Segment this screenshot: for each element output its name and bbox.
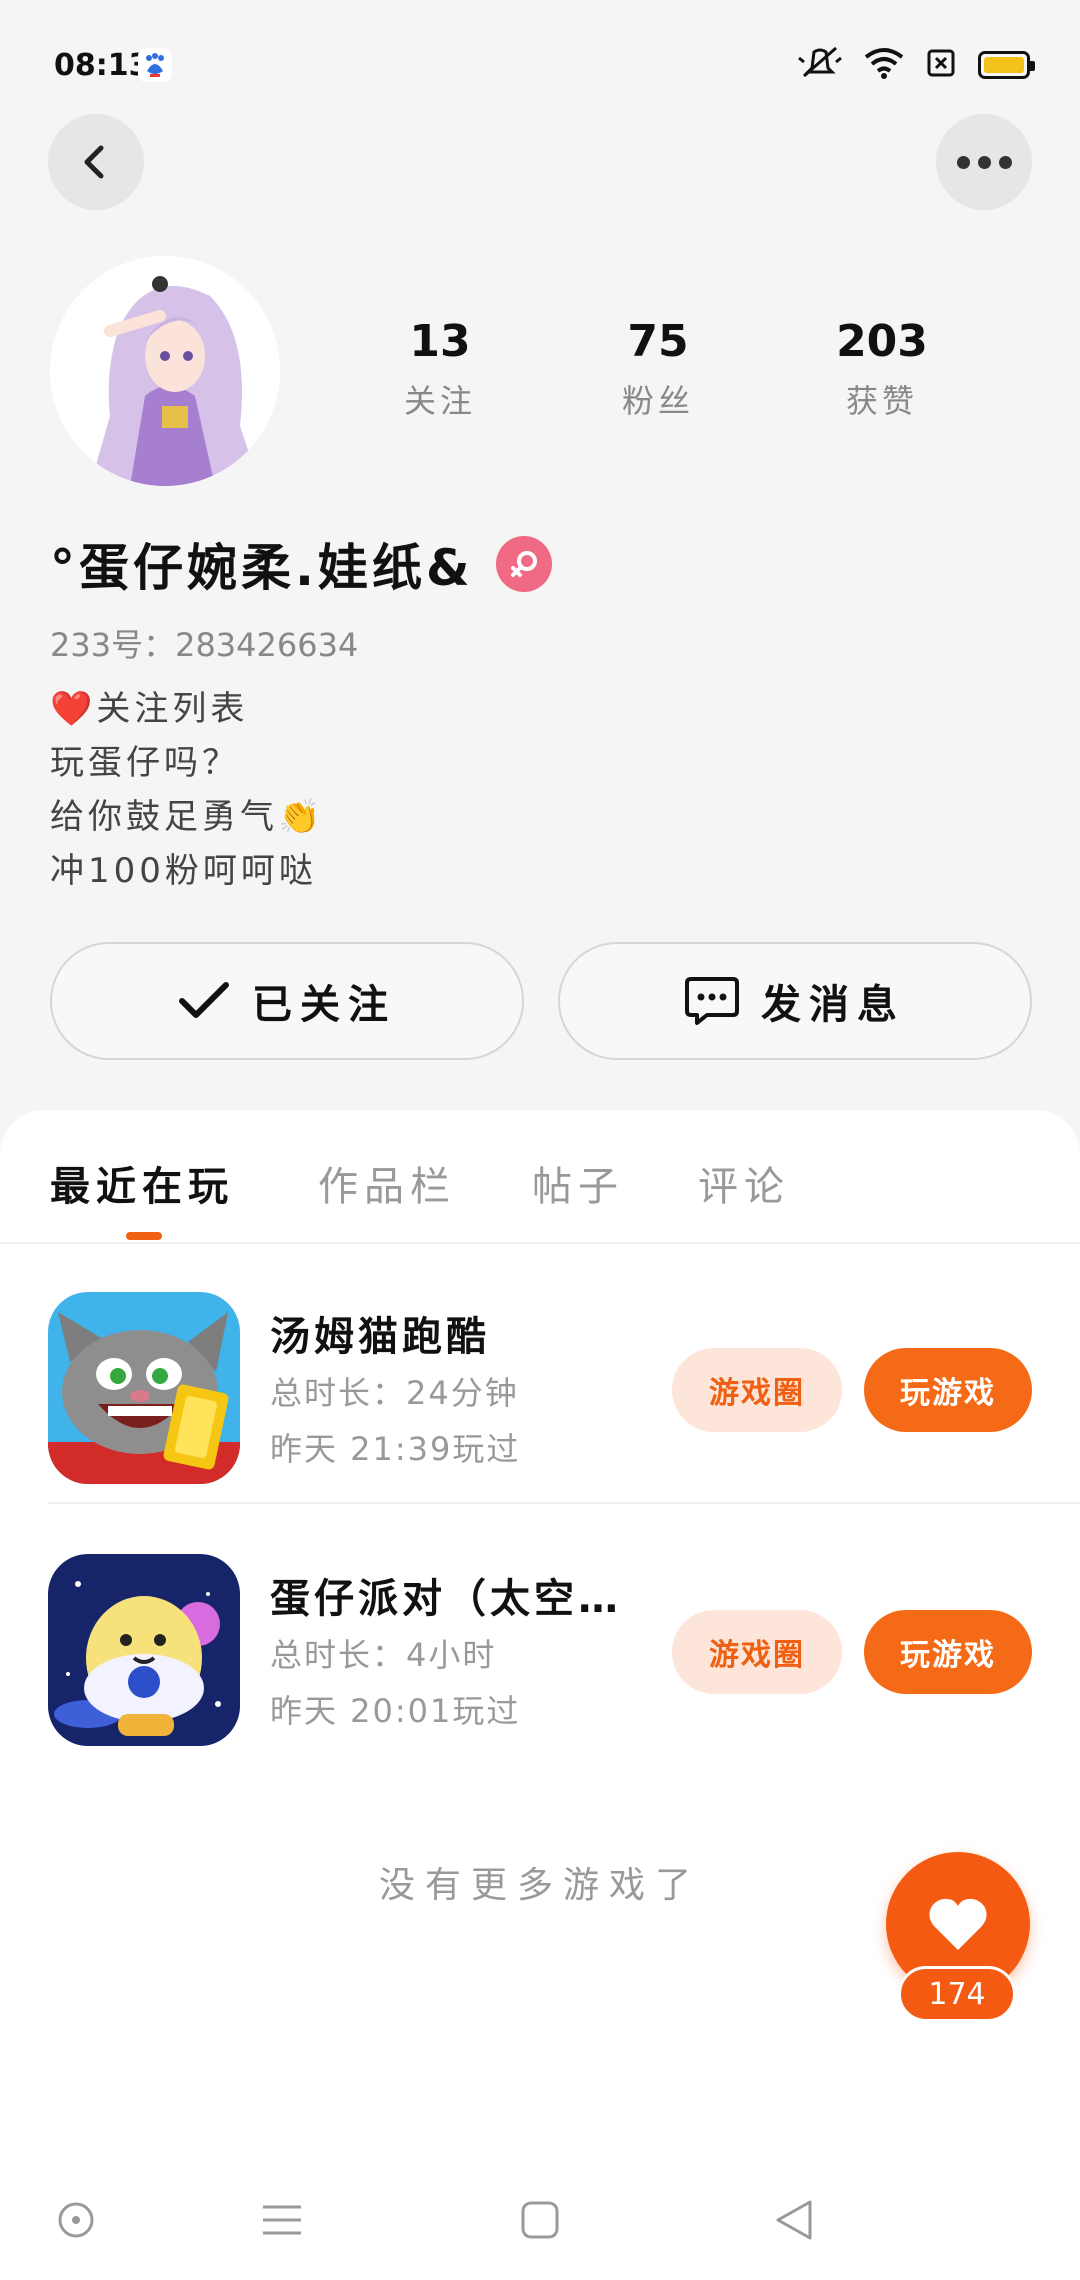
- status-time: 08:13: [54, 48, 150, 83]
- nav-back-button[interactable]: [762, 2188, 826, 2252]
- play-game-button[interactable]: 玩游戏: [864, 1348, 1032, 1432]
- stat-likes[interactable]: 203 获赞: [802, 316, 962, 422]
- followed-label: 已关注: [252, 982, 396, 1028]
- bio-line-1: ❤️关注列表: [50, 682, 324, 736]
- followed-button[interactable]: 已关注: [50, 942, 524, 1060]
- bio-line-2: 玩蛋仔吗？: [50, 743, 240, 783]
- game-last-played: 昨天 20:01玩过: [270, 1692, 521, 1730]
- game-circle-button[interactable]: 游戏圈: [672, 1610, 842, 1694]
- bio-line-3: 给你鼓足勇气👏: [50, 790, 324, 844]
- bio: ❤️关注列表 玩蛋仔吗？ 给你鼓足勇气👏 冲100粉呵呵哒: [50, 682, 324, 898]
- home-button[interactable]: [508, 2188, 572, 2252]
- sim-icon: [926, 48, 956, 82]
- chat-bubble-icon: [685, 977, 739, 1025]
- username: °蛋仔婉柔.娃纸&: [50, 539, 474, 597]
- checkmark-icon: [179, 982, 229, 1018]
- screenshot-icon: [58, 2202, 94, 2238]
- fans-count: 75: [627, 316, 689, 367]
- tab-posts[interactable]: 帖子: [532, 1154, 624, 1212]
- more-button[interactable]: [936, 114, 1032, 210]
- clap-emoji: 👏: [278, 797, 325, 837]
- game-list-item[interactable]: 汤姆猫跑酷 总时长：24分钟 昨天 21:39玩过 游戏圈 玩游戏: [48, 1244, 1080, 1504]
- game-last-played: 昨天 21:39玩过: [270, 1430, 521, 1468]
- tab-works[interactable]: 作品栏: [318, 1154, 456, 1212]
- game-name: 蛋仔派对（太空…: [270, 1576, 622, 1622]
- game-total-duration: 总时长：24分钟: [270, 1374, 519, 1412]
- menu-icon: [263, 2205, 301, 2235]
- following-label: 关注: [403, 382, 476, 420]
- back-triangle-icon: [776, 2200, 812, 2240]
- system-nav-bar: [0, 2160, 1080, 2280]
- heart-icon: [929, 1898, 987, 1950]
- screenshot-button[interactable]: [44, 2188, 108, 2252]
- send-message-button[interactable]: 发消息: [558, 942, 1032, 1060]
- likes-count: 203: [836, 316, 928, 367]
- tab-bar: 最近在玩 作品栏 帖子 评论: [0, 1110, 1080, 1244]
- baidu-app-icon: [138, 48, 172, 82]
- bio-line-4: 冲100粉呵呵哒: [50, 851, 317, 891]
- eggy-party-game-icon[interactable]: [48, 1554, 240, 1746]
- like-count: 174: [898, 1966, 1016, 2022]
- bio-line-1-text: 关注列表: [96, 689, 249, 729]
- home-square-icon: [521, 2201, 559, 2239]
- female-icon: [495, 536, 552, 592]
- game-list-item[interactable]: 蛋仔派对（太空… 总时长：4小时 昨天 20:01玩过 游戏圈 玩游戏: [48, 1506, 1080, 1766]
- username-row: °蛋仔婉柔.娃纸&: [50, 528, 552, 600]
- likes-label: 获赞: [845, 382, 918, 420]
- tab-recently-played[interactable]: 最近在玩: [50, 1154, 234, 1212]
- menu-button[interactable]: [250, 2188, 314, 2252]
- following-count: 13: [409, 316, 471, 367]
- more-dots-icon: [956, 155, 1012, 169]
- stat-following[interactable]: 13 关注: [360, 316, 520, 422]
- game-circle-button[interactable]: 游戏圈: [672, 1348, 842, 1432]
- send-message-label: 发消息: [761, 982, 905, 1028]
- talking-tom-game-icon[interactable]: [48, 1292, 240, 1484]
- avatar[interactable]: [50, 256, 280, 486]
- wifi-icon: [864, 47, 904, 83]
- bio-line-3-text: 给你鼓足勇气: [50, 797, 278, 837]
- game-total-duration: 总时长：4小时: [270, 1636, 497, 1674]
- stat-fans[interactable]: 75 粉丝: [578, 316, 738, 422]
- user-id: 233号：283426634: [50, 626, 359, 664]
- back-button[interactable]: [48, 114, 144, 210]
- mute-icon: [798, 46, 842, 84]
- heart-emoji: ❤️: [50, 689, 97, 729]
- tab-comments[interactable]: 评论: [698, 1154, 790, 1212]
- game-name: 汤姆猫跑酷: [270, 1314, 490, 1360]
- fans-label: 粉丝: [621, 382, 694, 420]
- active-tab-indicator: [126, 1232, 162, 1240]
- chevron-left-icon: [84, 145, 104, 179]
- status-bar: 08:13: [0, 0, 1080, 130]
- play-game-button[interactable]: 玩游戏: [864, 1610, 1032, 1694]
- battery-icon: [978, 51, 1035, 79]
- profile-stats: 13 关注 75 粉丝 203 获赞: [330, 316, 1030, 426]
